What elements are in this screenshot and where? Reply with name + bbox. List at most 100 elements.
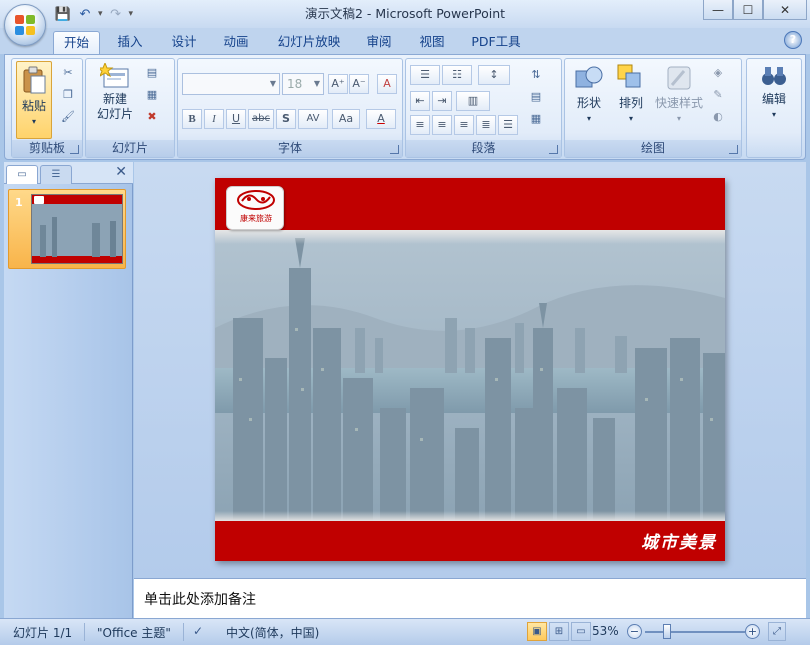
quick-styles-button[interactable]: 快速样式 ▾ (653, 63, 705, 137)
shrink-font-button[interactable]: A⁻ (349, 74, 369, 94)
numbering-button[interactable]: ☷ (442, 65, 472, 85)
minimize-button[interactable]: — (703, 0, 733, 20)
drawing-launcher-icon[interactable] (729, 145, 738, 154)
status-slide-count: 幻灯片 1/1 (13, 626, 73, 640)
delete-slide-icon[interactable]: ✖ (144, 109, 160, 125)
font-name-combo[interactable]: ▼ (182, 73, 280, 95)
tab-view[interactable]: 视图 (410, 31, 454, 54)
zoom-in-button[interactable]: + (745, 624, 760, 639)
shapes-button[interactable]: 形状 ▾ (569, 63, 609, 137)
group-drawing: 形状 ▾ 排列 ▾ 快速样式 ▾ ◈ ✎ ◐ 绘图 (564, 58, 742, 158)
text-direction-icon[interactable]: ⇅ (528, 67, 544, 83)
change-case-button[interactable]: Aa (332, 109, 360, 129)
bold-button[interactable]: B (182, 109, 202, 129)
tab-design[interactable]: 设计 (162, 31, 206, 54)
bullets-button[interactable]: ☰ (410, 65, 440, 85)
zoom-level[interactable]: 53% (592, 624, 619, 638)
notes-pane[interactable]: 单击此处添加备注 (134, 578, 806, 618)
character-spacing-button[interactable]: AV (298, 109, 328, 129)
decrease-indent-button[interactable]: ⇤ (410, 91, 430, 111)
align-right-button[interactable]: ≡ (454, 115, 474, 135)
font-size-combo[interactable]: 18 ▼ (282, 73, 324, 95)
outline-tab-icon[interactable]: ☰ (40, 165, 72, 184)
align-text-icon[interactable]: ▤ (528, 89, 544, 105)
status-separator (183, 623, 184, 641)
arrange-button[interactable]: 排列 ▾ (611, 63, 651, 137)
italic-button[interactable]: I (204, 109, 224, 129)
slide[interactable]: 康来旅游 城市美景 (215, 178, 725, 561)
office-logo-icon (15, 15, 35, 35)
paste-icon (23, 66, 46, 94)
quick-styles-icon (667, 66, 691, 90)
slide-caption[interactable]: 城市美景 (641, 528, 717, 553)
zoom-slider-track[interactable] (645, 631, 745, 633)
underline-button[interactable]: U (226, 109, 246, 129)
tab-home[interactable]: 开始 (53, 31, 100, 54)
quick-styles-dropdown-icon: ▾ (676, 114, 681, 123)
zoom-slider-thumb[interactable] (663, 624, 671, 639)
slideshow-view-button[interactable]: ▭ (571, 622, 591, 641)
format-painter-icon[interactable]: 🖌 (60, 109, 76, 125)
status-language[interactable]: 中文(简体，中国) (226, 624, 319, 641)
editing-label: 编辑 (761, 92, 786, 106)
group-label-drawing: 绘图 (565, 140, 741, 157)
status-theme[interactable]: "Office 主题" (97, 624, 171, 641)
justify-button[interactable]: ≣ (476, 115, 496, 135)
group-label-font: 字体 (178, 140, 402, 157)
spell-check-icon[interactable]: ✓ (193, 624, 203, 638)
close-button[interactable]: ✕ (763, 0, 807, 20)
office-button[interactable] (4, 4, 46, 46)
increase-indent-button[interactable]: ⇥ (432, 91, 452, 111)
cut-icon[interactable]: ✂ (60, 65, 76, 81)
group-label-slides: 幻灯片 (86, 140, 174, 157)
strikethrough-button[interactable]: abc (248, 109, 274, 129)
close-pane-icon[interactable]: ✕ (115, 164, 127, 180)
shape-outline-icon[interactable]: ✎ (710, 87, 726, 103)
slides-tab-icon[interactable]: ▭ (6, 165, 38, 184)
copy-icon[interactable]: ❐ (60, 87, 76, 103)
paste-dropdown-icon: ▾ (31, 117, 36, 126)
help-icon[interactable]: ? (784, 31, 802, 49)
font-color-button[interactable]: A (366, 109, 396, 129)
tab-slideshow[interactable]: 幻灯片放映 (268, 31, 350, 54)
clipboard-launcher-icon[interactable] (70, 145, 79, 154)
slide-sorter-view-button[interactable]: ⊞ (549, 622, 569, 641)
logo-emblem-icon (237, 190, 275, 210)
pane-tabs: ▭ ☰ ✕ (4, 162, 133, 184)
paragraph-launcher-icon[interactable] (549, 145, 558, 154)
line-spacing-button[interactable]: ↕ (478, 65, 510, 85)
new-slide-button[interactable]: 新建 幻灯片 (90, 61, 140, 137)
clear-format-button[interactable]: A (377, 74, 397, 94)
tab-insert[interactable]: 插入 (108, 31, 152, 54)
reset-icon[interactable]: ▦ (144, 87, 160, 103)
zoom-out-button[interactable]: − (627, 624, 642, 639)
editing-button[interactable]: 编辑 ▾ (753, 63, 795, 139)
shape-effects-icon[interactable]: ◐ (710, 109, 726, 125)
font-launcher-icon[interactable] (390, 145, 399, 154)
layout-icon[interactable]: ▤ (144, 65, 160, 81)
align-left-button[interactable]: ≡ (410, 115, 430, 135)
group-font: ▼ 18 ▼ A⁺ A⁻ A B I U abc S AV Aa A 字体 (177, 58, 403, 158)
tab-review[interactable]: 审阅 (357, 31, 401, 54)
distribute-button[interactable]: ☰ (498, 115, 518, 135)
slide-thumbnail[interactable]: 1 (8, 189, 126, 269)
arrange-dropdown-icon: ▾ (628, 114, 633, 123)
grow-font-button[interactable]: A⁺ (328, 74, 348, 94)
tab-animation[interactable]: 动画 (214, 31, 258, 54)
align-center-button[interactable]: ≡ (432, 115, 452, 135)
fit-to-window-button[interactable]: ⤢ (768, 622, 786, 641)
slide-logo[interactable]: 康来旅游 (226, 186, 284, 230)
font-size-dropdown-icon: ▼ (313, 79, 321, 88)
maximize-button[interactable]: ☐ (733, 0, 763, 20)
slide-thumbnail-preview (31, 194, 123, 264)
columns-button[interactable]: ▥ (456, 91, 490, 111)
window-title: 演示文稿2 - Microsoft PowerPoint (304, 6, 506, 21)
tab-pdf-tools[interactable]: PDF工具 (465, 31, 527, 54)
text-shadow-button[interactable]: S (276, 109, 296, 129)
normal-view-button[interactable]: ▣ (527, 622, 547, 641)
group-label-paragraph: 段落 (406, 140, 561, 157)
slides-pane: ▭ ☰ ✕ 1 (4, 162, 133, 618)
paste-button[interactable]: 粘贴 ▾ (16, 61, 52, 139)
shape-fill-icon[interactable]: ◈ (710, 65, 726, 81)
smartart-icon[interactable]: ▦ (528, 111, 544, 127)
